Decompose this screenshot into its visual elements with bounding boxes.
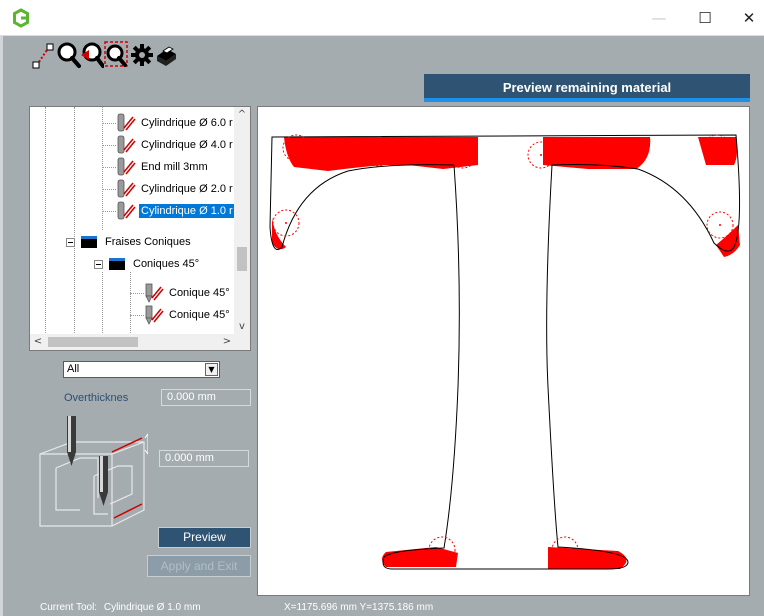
- preview-button[interactable]: Preview: [158, 527, 251, 548]
- tree-item-label: Conique 45°: [169, 287, 230, 299]
- cylindrical-mill-icon: [117, 113, 136, 132]
- tool-depth-illustration: [39, 416, 148, 527]
- cursor-coordinates: X=1175.696 mm Y=1375.186 mm: [284, 602, 434, 613]
- tree-item-label: Conique 45°: [169, 309, 230, 321]
- depth-input[interactable]: 0.000 mm: [159, 450, 249, 467]
- tool-center-marks: [285, 147, 721, 551]
- current-tool-label: Current Tool:: [40, 602, 98, 613]
- tree-item-label: Cylindrique Ø 6.0 r: [141, 117, 233, 129]
- scrollbar-corner: [234, 334, 250, 350]
- part-preview-drawing: [269, 134, 741, 570]
- collapse-toggle[interactable]: [66, 237, 75, 247]
- remaining-material-canvas[interactable]: [257, 106, 750, 596]
- folder-icon: [109, 258, 125, 270]
- tool-filter-select[interactable]: All ▼: [63, 361, 220, 378]
- conical-mill-icon: [145, 305, 164, 325]
- cylindrical-mill-icon: [117, 179, 136, 198]
- cylindrical-mill-icon: [117, 157, 136, 176]
- tree-guide-line: [102, 189, 116, 190]
- tree-folder-coniques-45[interactable]: Coniques 45°: [94, 253, 201, 275]
- chevron-down-icon[interactable]: ▼: [205, 363, 218, 376]
- tree-guide-line: [74, 107, 75, 335]
- cylindrical-mill-icon: [117, 135, 136, 154]
- close-button[interactable]: ✕: [728, 0, 764, 36]
- collapse-toggle[interactable]: [94, 259, 103, 269]
- overthickness-label: Overthicknes: [64, 392, 129, 404]
- tool-filter-value: All: [67, 363, 80, 375]
- apply-and-exit-button[interactable]: Apply and Exit: [147, 555, 251, 577]
- app-logo-icon: [13, 8, 29, 28]
- conical-mill-icon: [145, 283, 164, 303]
- window-left-border: [0, 36, 3, 616]
- tree-item-label: Cylindrique Ø 1.0 r: [139, 204, 235, 218]
- tool-tree-content: Cylindrique Ø 6.0 r Cylindrique Ø 4.0 r …: [30, 107, 235, 335]
- cylindrical-mill-icon: [117, 201, 136, 220]
- tree-guide-line: [45, 107, 46, 335]
- tree-guide-line: [130, 315, 144, 316]
- tree-vertical-scrollbar[interactable]: ^ v: [234, 107, 250, 335]
- tree-guide-line: [102, 272, 103, 335]
- tree-guide-line: [130, 272, 131, 335]
- tree-item-conique-45-b[interactable]: Conique 45°: [144, 304, 232, 326]
- zoom-out-icon[interactable]: [80, 40, 104, 70]
- zoom-in-icon[interactable]: [57, 40, 81, 70]
- tree-item-end-mill-3mm[interactable]: End mill 3mm: [116, 156, 210, 178]
- scroll-thumb[interactable]: [48, 337, 138, 347]
- tree-item-conique-45-a[interactable]: Conique 45°: [144, 282, 232, 304]
- status-current-tool: Current Tool: Cylindrique Ø 1.0 mm: [40, 602, 201, 613]
- tree-item-label: End mill 3mm: [141, 161, 208, 173]
- scroll-right-arrow[interactable]: >: [219, 334, 235, 350]
- tree-item-cylindrique-4[interactable]: Cylindrique Ø 4.0 r: [116, 134, 235, 156]
- title-bar: — ☐ ✕: [0, 0, 764, 36]
- tree-folder-fraises-coniques[interactable]: Fraises Coniques: [66, 231, 193, 253]
- tree-guide-line: [102, 145, 116, 146]
- part-contour: [269, 134, 741, 570]
- tree-guide-line: [102, 123, 116, 124]
- tree-item-cylindrique-6[interactable]: Cylindrique Ø 6.0 r: [116, 112, 235, 134]
- zoom-window-icon[interactable]: [104, 40, 128, 70]
- tree-guide-line: [102, 167, 116, 168]
- tab-preview-remaining-material[interactable]: Preview remaining material: [424, 74, 750, 102]
- tree-item-label: Cylindrique Ø 2.0 r: [141, 183, 233, 195]
- tree-item-label: Coniques 45°: [133, 258, 200, 270]
- scroll-up-arrow[interactable]: ^: [234, 107, 250, 123]
- tree-guide-line: [102, 211, 116, 212]
- folder-icon: [81, 236, 97, 248]
- scroll-down-arrow[interactable]: v: [234, 319, 250, 335]
- overthickness-input[interactable]: 0.000 mm: [161, 389, 251, 406]
- scroll-left-arrow[interactable]: <: [30, 334, 46, 350]
- minimize-button[interactable]: —: [638, 0, 680, 36]
- tree-item-label: Cylindrique Ø 4.0 r: [141, 139, 233, 151]
- scroll-thumb[interactable]: [237, 247, 247, 271]
- tree-item-cylindrique-1[interactable]: Cylindrique Ø 1.0 r: [116, 200, 235, 222]
- tree-horizontal-scrollbar[interactable]: < >: [30, 334, 235, 350]
- settings-gear-icon[interactable]: [130, 40, 154, 70]
- measure-icon[interactable]: [31, 40, 55, 70]
- tree-item-cylindrique-2[interactable]: Cylindrique Ø 2.0 r: [116, 178, 235, 200]
- tool-position-circles: [272, 134, 734, 564]
- remaining-material-regions: [272, 137, 740, 569]
- current-tool-value: Cylindrique Ø 1.0 mm: [103, 602, 201, 613]
- tree-item-label: Fraises Coniques: [105, 236, 191, 248]
- maximize-button[interactable]: ☐: [684, 0, 726, 36]
- print-icon[interactable]: [154, 40, 178, 70]
- tree-guide-line: [130, 293, 144, 294]
- tool-tree[interactable]: Cylindrique Ø 6.0 r Cylindrique Ø 4.0 r …: [29, 106, 251, 351]
